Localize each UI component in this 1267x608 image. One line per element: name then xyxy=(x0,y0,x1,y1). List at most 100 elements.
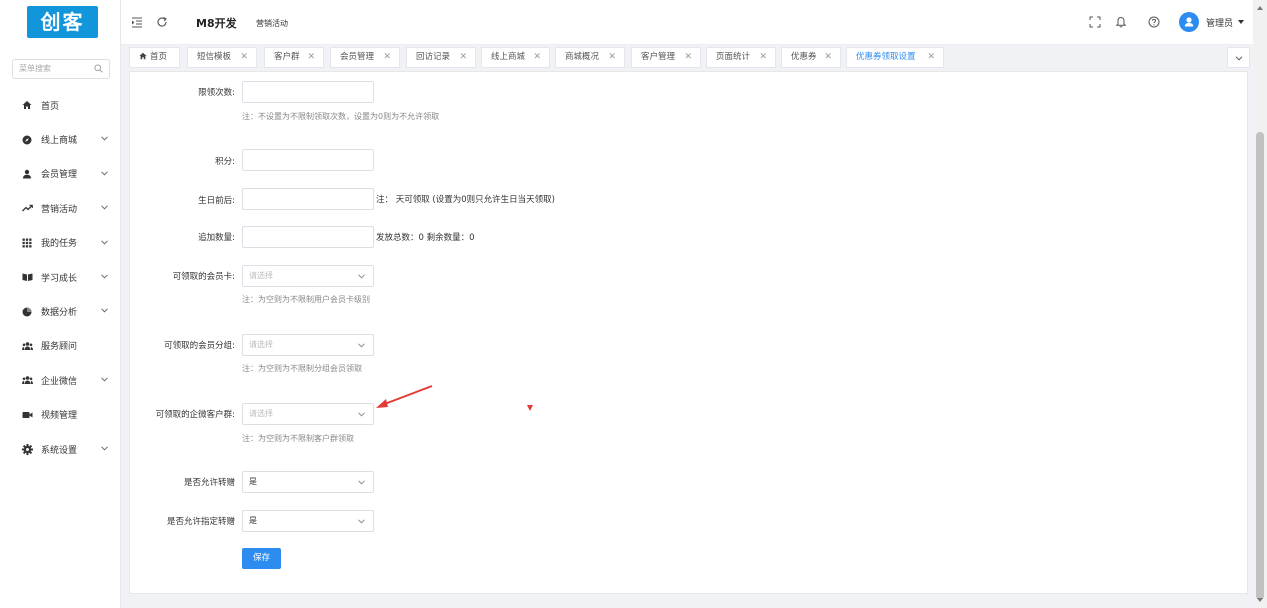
sidebar-item-data-analysis[interactable]: 数据分析 xyxy=(0,294,121,328)
close-icon[interactable]: ✕ xyxy=(383,48,391,67)
tab-member-management[interactable]: 会员管理 ✕ xyxy=(330,47,400,68)
select-value: 是 xyxy=(249,477,257,486)
chevron-down-icon xyxy=(101,377,108,382)
chevron-down-icon xyxy=(101,274,108,279)
home-icon xyxy=(21,99,33,111)
gear-icon xyxy=(21,443,33,455)
home-icon xyxy=(139,52,147,60)
limit-input[interactable] xyxy=(242,81,374,103)
chevron-down-icon xyxy=(101,308,108,313)
menu-search-input[interactable]: 菜单搜索 xyxy=(12,59,110,79)
help-icon[interactable] xyxy=(1148,16,1160,28)
tab-label: 优惠券领取设置 xyxy=(856,52,916,62)
allow-designated-select[interactable]: 是 xyxy=(242,510,374,532)
tab-sms-template[interactable]: 短信模板 ✕ xyxy=(187,47,257,68)
search-icon xyxy=(94,64,103,73)
chevron-down-icon xyxy=(358,274,365,279)
tab-customer-management[interactable]: 客户管理 ✕ xyxy=(631,47,701,68)
menu-fold-icon[interactable] xyxy=(131,16,143,28)
sidebar-item-video-management[interactable]: 视频管理 xyxy=(0,398,121,432)
birthday-input[interactable] xyxy=(242,188,374,210)
tab-customer-group[interactable]: 客户群 ✕ xyxy=(264,47,324,68)
member-card-label: 可领取的会员卡: xyxy=(172,272,235,282)
annotation-marker-icon xyxy=(527,405,533,411)
sidebar-item-member-management[interactable]: 会员管理 xyxy=(0,157,121,191)
breadcrumb[interactable]: 营销活动 xyxy=(256,18,288,29)
close-icon[interactable]: ✕ xyxy=(759,48,767,67)
tab-label: 线上商城 xyxy=(491,52,526,62)
sidebar-item-label: 会员管理 xyxy=(41,170,78,181)
close-icon[interactable]: ✕ xyxy=(459,48,467,67)
user-name[interactable]: 管理员 xyxy=(1206,16,1233,29)
tab-online-mall[interactable]: 线上商城 ✕ xyxy=(481,47,550,68)
close-icon[interactable]: ✕ xyxy=(824,48,832,67)
sidebar-item-label: 学习成长 xyxy=(41,273,78,284)
tab-label: 商城概况 xyxy=(565,52,600,62)
sidebar-item-home[interactable]: 首页 xyxy=(0,88,121,122)
bell-icon[interactable] xyxy=(1115,16,1127,28)
sidebar-item-learning[interactable]: 学习成长 xyxy=(0,260,121,294)
tab-label: 页面统计 xyxy=(716,52,751,62)
sidebar-item-label: 营销活动 xyxy=(41,204,78,215)
points-label: 积分: xyxy=(215,157,235,167)
scrollbar-thumb[interactable] xyxy=(1256,132,1264,600)
tab-coupon[interactable]: 优惠券 ✕ xyxy=(781,47,841,68)
sidebar-item-label: 线上商城 xyxy=(41,136,78,147)
sidebar: 创客 菜单搜索 首页 线上商城 会员管理 营销活动 我的任务 学习成长 数据分析… xyxy=(0,0,121,608)
group-icon xyxy=(21,374,33,386)
scroll-down-icon[interactable] xyxy=(1257,598,1263,602)
close-icon[interactable]: ✕ xyxy=(240,48,248,67)
sidebar-item-my-tasks[interactable]: 我的任务 xyxy=(0,226,121,260)
tab-mall-overview[interactable]: 商城概况 ✕ xyxy=(555,47,625,68)
scroll-up-icon[interactable] xyxy=(1257,6,1263,10)
avatar[interactable] xyxy=(1179,12,1199,32)
caret-down-icon[interactable] xyxy=(1238,20,1244,24)
app-logo[interactable]: 创客 xyxy=(27,6,98,38)
sidebar-item-label: 我的任务 xyxy=(41,239,78,250)
chevron-down-icon xyxy=(101,240,108,245)
chevron-down-icon xyxy=(101,136,108,141)
allow-transfer-select[interactable]: 是 xyxy=(242,471,374,493)
wecom-group-select[interactable]: 请选择 xyxy=(242,403,374,425)
points-input[interactable] xyxy=(242,149,374,171)
tab-label: 首页 xyxy=(150,52,168,62)
member-card-hint: 注：为空则为不限制用户会员卡级别 xyxy=(242,295,370,304)
close-icon[interactable]: ✕ xyxy=(684,48,692,67)
add-qty-input[interactable] xyxy=(242,226,374,248)
tab-visit-records[interactable]: 回访记录 ✕ xyxy=(406,47,476,68)
tab-coupon-claim-settings[interactable]: 优惠券领取设置 ✕ xyxy=(846,47,944,68)
chevron-down-icon xyxy=(101,171,108,176)
sidebar-item-label: 服务顾问 xyxy=(41,342,78,353)
member-card-select[interactable]: 请选择 xyxy=(242,265,374,287)
trend-icon xyxy=(21,202,33,214)
select-placeholder: 请选择 xyxy=(249,409,273,418)
birthday-hint: 注： 天可领取 (设置为0则只允许生日当天领取) xyxy=(376,195,555,205)
sidebar-item-online-mall[interactable]: 线上商城 xyxy=(0,122,121,156)
tab-more-button[interactable] xyxy=(1227,47,1250,68)
sidebar-item-system-settings[interactable]: 系统设置 xyxy=(0,432,121,466)
page-scrollbar[interactable] xyxy=(1253,0,1267,608)
member-group-hint: 注：为空则为不限制分组会员领取 xyxy=(242,364,362,373)
sidebar-item-label: 首页 xyxy=(41,101,60,112)
fullscreen-icon[interactable] xyxy=(1089,16,1101,28)
sidebar-item-marketing[interactable]: 营销活动 xyxy=(0,191,121,225)
sidebar-item-wecom[interactable]: 企业微信 xyxy=(0,363,121,397)
save-button[interactable]: 保存 xyxy=(242,548,281,569)
sidebar-menu: 首页 线上商城 会员管理 营销活动 我的任务 学习成长 数据分析 服务顾问 企业… xyxy=(0,88,121,466)
user-avatar-icon xyxy=(1184,17,1194,27)
wecom-group-label: 可领取的企微客户群: xyxy=(155,410,235,420)
close-icon[interactable]: ✕ xyxy=(927,48,935,67)
select-placeholder: 请选择 xyxy=(249,271,273,280)
tab-home[interactable]: 首页 xyxy=(129,47,180,68)
member-group-select[interactable]: 请选择 xyxy=(242,334,374,356)
sidebar-item-service-advisor[interactable]: 服务顾问 xyxy=(0,329,121,363)
close-icon[interactable]: ✕ xyxy=(608,48,616,67)
compass-icon xyxy=(21,134,33,146)
close-icon[interactable]: ✕ xyxy=(533,48,541,67)
chevron-down-icon xyxy=(1235,56,1243,61)
chevron-down-icon xyxy=(101,446,108,451)
close-icon[interactable]: ✕ xyxy=(307,48,315,67)
refresh-icon[interactable] xyxy=(156,16,168,28)
tab-page-stats[interactable]: 页面统计 ✕ xyxy=(706,47,776,68)
tab-label: 会员管理 xyxy=(340,52,375,62)
